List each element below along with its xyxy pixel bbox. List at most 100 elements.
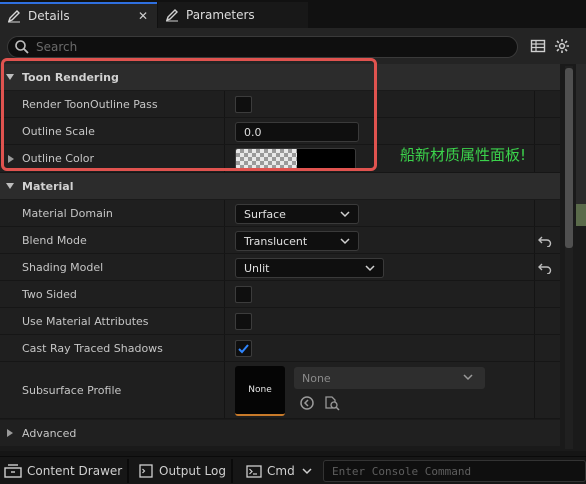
property-label: Use Material Attributes — [22, 314, 149, 328]
pencil-icon — [6, 8, 22, 24]
property-label: Outline Scale — [22, 124, 95, 138]
property-label: Shading Model — [22, 260, 104, 274]
property-row-shading-model: Shading Model Unlit — [0, 254, 560, 281]
column-divider — [224, 308, 225, 334]
chevron-down-icon — [302, 468, 312, 475]
property-row-render-toon-outline-pass: Render ToonOutline Pass — [0, 91, 560, 118]
property-row-use-material-attributes: Use Material Attributes — [0, 308, 560, 335]
use-material-attributes-checkbox[interactable] — [235, 313, 252, 330]
content-drawer-button[interactable]: Content Drawer — [4, 457, 122, 484]
property-row-outline-scale: Outline Scale 0.0 — [0, 118, 560, 145]
column-divider — [534, 91, 535, 117]
section-advanced[interactable]: Advanced — [0, 420, 560, 446]
property-row-subsurface-profile: Subsurface Profile None None — [0, 362, 560, 419]
property-row-material-domain: Material Domain Surface — [0, 200, 560, 227]
status-bar: Content Drawer Output Log Cmd — [0, 456, 586, 484]
property-label: Blend Mode — [22, 233, 87, 247]
output-log-icon — [139, 464, 153, 478]
gear-icon[interactable] — [554, 38, 570, 54]
subsurface-profile-thumbnail[interactable]: None — [235, 366, 285, 416]
column-divider — [534, 145, 535, 172]
annotation-text: 船新材质属性面板! — [400, 146, 527, 164]
details-toolbar — [0, 28, 586, 64]
expanded-arrow-icon — [6, 74, 14, 80]
tab-details[interactable]: Details ✕ — [0, 2, 157, 28]
column-divider — [534, 335, 535, 361]
search-input[interactable] — [36, 40, 476, 54]
render-toon-outline-pass-checkbox[interactable] — [235, 96, 252, 113]
table-view-icon[interactable] — [530, 38, 546, 54]
cmd-dropdown[interactable]: Cmd — [246, 457, 312, 484]
property-row-two-sided: Two Sided — [0, 281, 560, 308]
separator — [231, 459, 233, 483]
section-toon-rendering[interactable]: Toon Rendering — [0, 64, 560, 90]
alpha-checker — [236, 149, 297, 169]
chevron-down-icon — [340, 211, 350, 218]
adjacent-panel-edge — [576, 64, 586, 204]
section-title: Advanced — [22, 426, 77, 440]
cast-ray-traced-shadows-checkbox[interactable] — [235, 340, 252, 357]
material-domain-dropdown[interactable]: Surface — [235, 204, 359, 224]
chevron-down-icon — [340, 238, 350, 245]
section-title: Toon Rendering — [22, 70, 119, 84]
property-label: Render ToonOutline Pass — [22, 97, 158, 111]
content-drawer-label: Content Drawer — [27, 464, 123, 478]
blend-mode-dropdown[interactable]: Translucent — [235, 231, 359, 251]
column-divider — [224, 254, 225, 280]
column-divider — [224, 227, 225, 253]
subsurface-profile-dropdown[interactable]: None — [294, 367, 485, 389]
column-divider — [534, 362, 535, 418]
section-material[interactable]: Material — [0, 173, 560, 199]
console-command-input[interactable] — [332, 464, 582, 478]
tab-parameters[interactable]: Parameters — [158, 2, 308, 28]
close-icon[interactable]: ✕ — [137, 9, 149, 23]
separator — [127, 459, 129, 483]
column-divider — [224, 91, 225, 117]
section-title: Material — [22, 179, 74, 193]
browse-asset-icon[interactable] — [324, 395, 340, 411]
reset-to-default-icon[interactable] — [538, 262, 552, 274]
column-divider — [224, 362, 225, 418]
pencil-icon — [164, 7, 180, 23]
chevron-down-icon — [463, 374, 473, 381]
column-divider — [534, 200, 535, 226]
tab-bar: Details ✕ Parameters — [0, 0, 586, 28]
chevron-down-icon — [365, 265, 375, 272]
property-row-blend-mode: Blend Mode Translucent — [0, 227, 560, 254]
column-divider — [534, 227, 535, 253]
tab-parameters-label: Parameters — [186, 8, 255, 22]
collapsed-arrow-icon — [7, 429, 13, 437]
checkmark-icon — [238, 343, 249, 353]
console-command-box[interactable] — [323, 460, 586, 482]
column-divider — [534, 308, 535, 334]
search-icon — [15, 40, 29, 54]
property-label: Cast Ray Traced Shadows — [22, 341, 163, 355]
shading-model-dropdown[interactable]: Unlit — [235, 258, 384, 278]
use-selected-asset-icon[interactable] — [299, 395, 315, 411]
drawer-icon — [4, 464, 22, 478]
color-preview — [297, 149, 355, 169]
property-label: Subsurface Profile — [22, 383, 122, 397]
search-box[interactable] — [7, 36, 518, 58]
column-divider — [534, 118, 535, 144]
two-sided-checkbox[interactable] — [235, 286, 252, 303]
column-divider — [224, 145, 225, 172]
column-divider — [224, 281, 225, 307]
tab-details-label: Details — [28, 9, 70, 23]
dropdown-value: Surface — [244, 207, 286, 221]
outline-color-swatch[interactable] — [235, 148, 356, 170]
dropdown-value: Translucent — [244, 234, 308, 248]
column-divider — [224, 200, 225, 226]
collapsed-arrow-icon[interactable] — [7, 154, 15, 164]
terminal-icon — [246, 464, 262, 478]
column-divider — [534, 254, 535, 280]
property-label: Material Domain — [22, 206, 113, 220]
reset-to-default-icon[interactable] — [538, 235, 552, 247]
output-log-label: Output Log — [159, 464, 226, 478]
outline-scale-field[interactable]: 0.0 — [235, 122, 359, 142]
dropdown-value: Unlit — [244, 261, 270, 275]
column-divider — [534, 281, 535, 307]
scroll-thumb[interactable] — [565, 68, 573, 248]
column-divider — [224, 118, 225, 144]
output-log-button[interactable]: Output Log — [139, 457, 226, 484]
